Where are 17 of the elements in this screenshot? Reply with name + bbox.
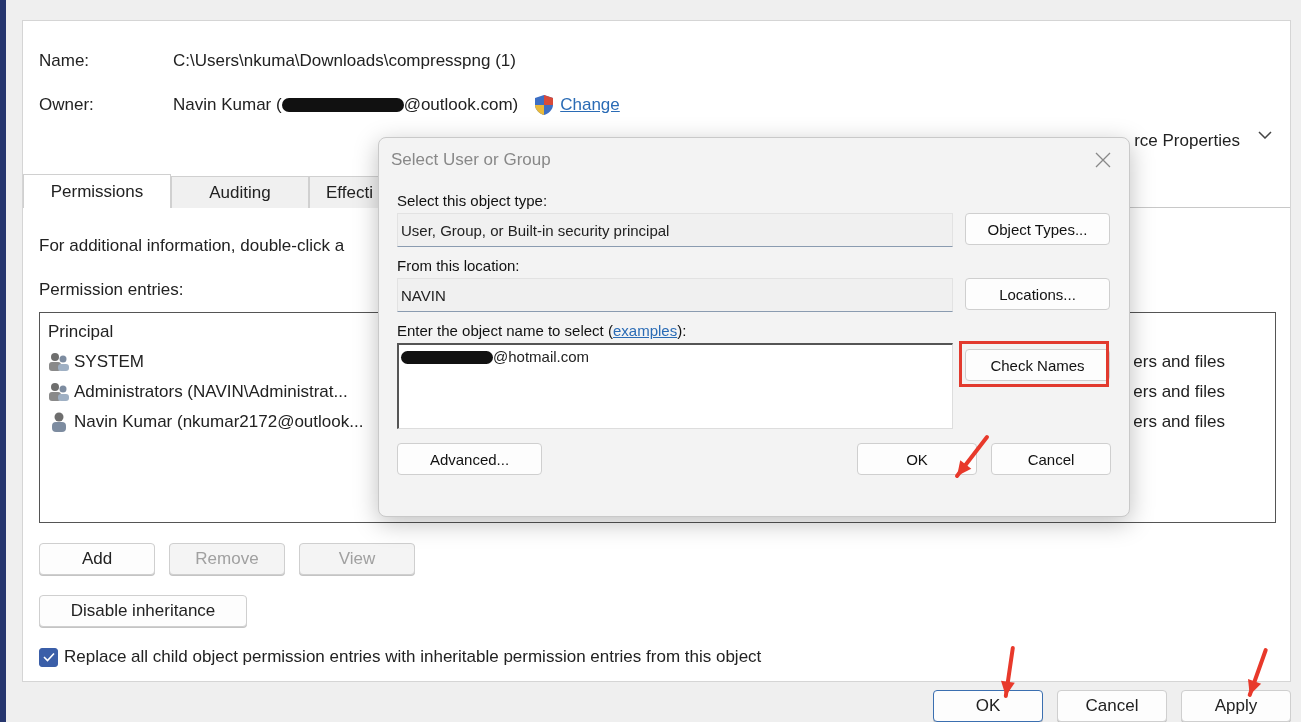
name-label: Name: — [39, 51, 91, 71]
owner-email: @outlook.com) — [403, 95, 519, 115]
owner-name: Navin Kumar ( — [173, 95, 282, 115]
info-text: For additional information, double-click a — [39, 236, 345, 256]
applies-to-text: ers and files — [1133, 412, 1225, 432]
location-label: From this location: — [397, 257, 521, 274]
applies-to-text: ers and files — [1133, 382, 1225, 402]
location-field: NAVIN — [397, 278, 953, 312]
object-type-field: User, Group, or Built-in security principal — [397, 213, 953, 247]
object-name-label: Enter the object name to select (examples): — [397, 322, 687, 339]
file-path: C:\Users\nkuma\Downloads\compresspng (1) — [173, 51, 516, 71]
applies-to-text: ers and files — [1133, 352, 1225, 372]
entries-label: Permission entries: — [39, 280, 184, 300]
object-type-label: Select this object type: — [397, 192, 549, 209]
owner-label: Owner: — [39, 95, 95, 115]
checkbox-label: Replace all child object permission entries with inheritable permission entries from this object — [64, 647, 762, 667]
dialog-title: Select User or Group — [391, 150, 551, 170]
